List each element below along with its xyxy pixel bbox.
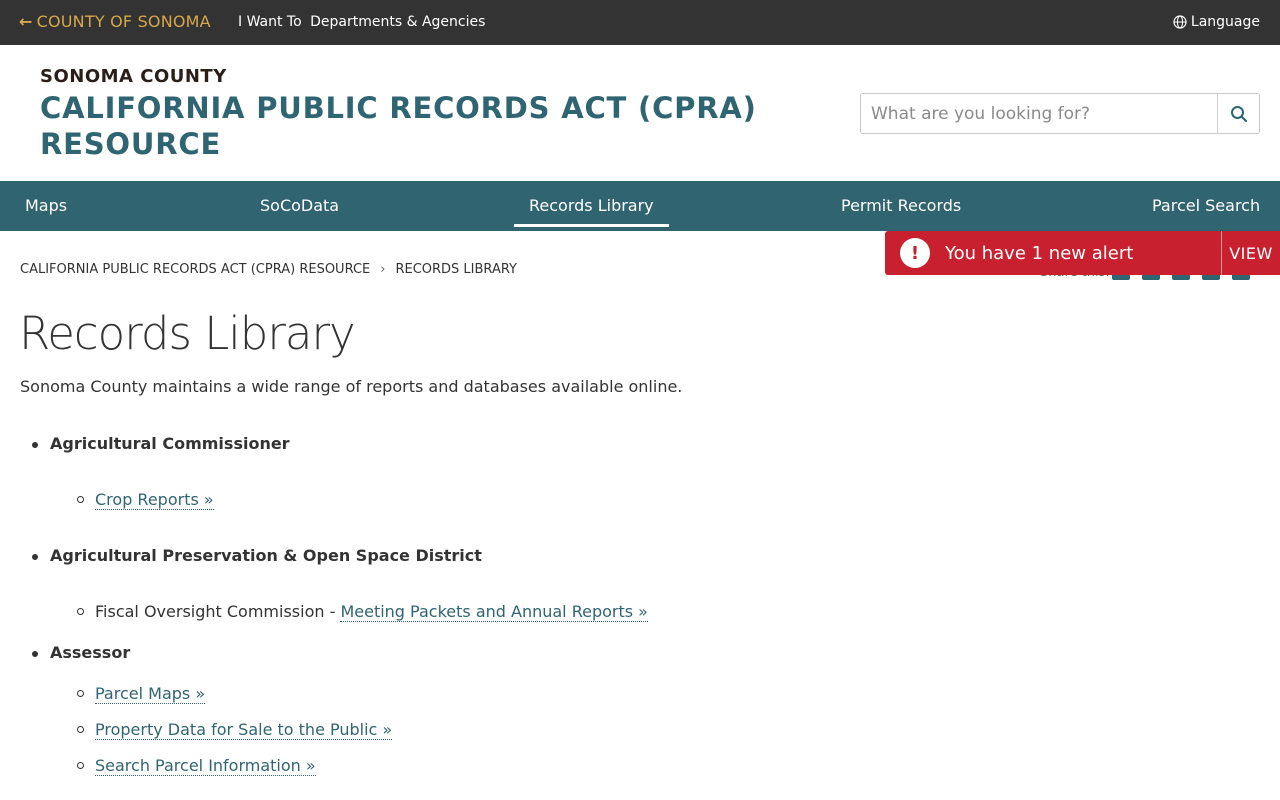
meeting-packets-link[interactable]: Meeting Packets and Annual Reports » xyxy=(340,602,648,622)
site-subtitle: SONOMA COUNTY xyxy=(40,66,227,87)
globe-icon xyxy=(1173,15,1187,29)
section-heading: Assessor xyxy=(31,643,131,662)
top-links: I Want To Departments & Agencies xyxy=(238,14,485,30)
parcel-maps-link[interactable]: Parcel Maps » xyxy=(95,684,206,704)
county-link-label: COUNTY OF SONOMA xyxy=(36,12,211,31)
search-parcel-link[interactable]: Search Parcel Information » xyxy=(95,756,316,776)
breadcrumb: CALIFORNIA PUBLIC RECORDS ACT (CPRA) RES… xyxy=(20,262,517,277)
section-heading: Agricultural Preservation & Open Space D… xyxy=(32,546,482,565)
language-label: Language xyxy=(1190,14,1260,30)
list-item: Property Data for Sale to the Public » xyxy=(76,720,393,740)
nav-item-socodata[interactable]: SoCoData xyxy=(260,181,339,231)
breadcrumb-item-records-library: RECORDS LIBRARY xyxy=(395,262,517,277)
search-input[interactable] xyxy=(861,94,1217,133)
main-nav: Maps SoCoData Records Library Permit Rec… xyxy=(0,181,1280,231)
list-item-prefix: Fiscal Oversight Commission - xyxy=(95,602,341,621)
page-title: Records Library xyxy=(19,307,356,360)
nav-item-maps[interactable]: Maps xyxy=(25,181,67,231)
crop-reports-link[interactable]: Crop Reports » xyxy=(95,490,214,510)
chevron-right-icon: › xyxy=(380,262,386,277)
exclamation-icon: ! xyxy=(900,238,930,268)
list-item: Fiscal Oversight Commission - Meeting Pa… xyxy=(77,602,648,622)
alert-banner[interactable]: ! You have 1 new alert VIEW xyxy=(885,231,1280,275)
site-title[interactable]: CALIFORNIA PUBLIC RECORDS ACT (CPRA) RES… xyxy=(40,90,780,162)
departments-link[interactable]: Departments & Agencies xyxy=(310,14,485,30)
search-button[interactable] xyxy=(1217,94,1259,133)
section-heading: Agricultural Commissioner xyxy=(32,434,290,453)
top-bar: ← COUNTY OF SONOMA I Want To Departments… xyxy=(0,0,1280,45)
nav-item-parcel-search[interactable]: Parcel Search xyxy=(1152,181,1260,231)
nav-item-records-library[interactable]: Records Library xyxy=(514,181,669,231)
arrow-left-icon: ← xyxy=(19,12,33,31)
page-intro: Sonoma County maintains a wide range of … xyxy=(20,377,683,396)
search-box xyxy=(860,93,1260,134)
nav-item-permit-records[interactable]: Permit Records xyxy=(841,181,961,231)
property-data-link[interactable]: Property Data for Sale to the Public » xyxy=(95,720,393,740)
language-selector[interactable]: Language xyxy=(1173,14,1260,30)
alert-view-button[interactable]: VIEW xyxy=(1221,231,1280,275)
list-item: Search Parcel Information » xyxy=(77,756,316,776)
breadcrumb-item-cpra[interactable]: CALIFORNIA PUBLIC RECORDS ACT (CPRA) RES… xyxy=(20,262,370,277)
county-home-link[interactable]: ← COUNTY OF SONOMA xyxy=(19,12,211,31)
i-want-to-link[interactable]: I Want To xyxy=(238,14,302,30)
search-icon xyxy=(1230,105,1247,122)
list-item: Parcel Maps » xyxy=(76,684,206,704)
list-item: Crop Reports » xyxy=(77,490,214,510)
alert-message: You have 1 new alert xyxy=(945,242,1134,264)
